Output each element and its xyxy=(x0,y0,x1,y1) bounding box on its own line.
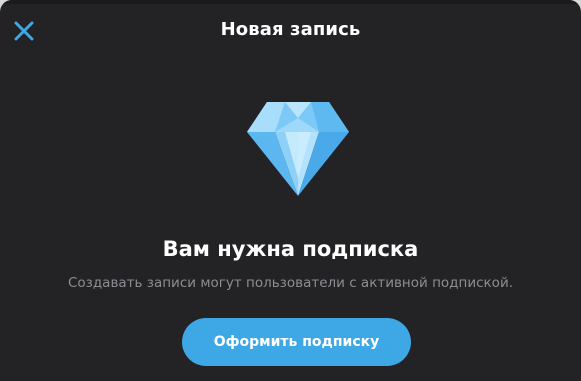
subscribe-button[interactable]: Оформить подписку xyxy=(182,318,411,366)
subscription-required-heading: Вам нужна подписка xyxy=(162,237,419,261)
modal-title: Новая запись xyxy=(220,19,361,40)
diamond-icon xyxy=(247,102,349,196)
subscription-required-description: Создавать записи могут пользователи с ак… xyxy=(67,275,514,291)
new-post-modal: Новая запись Вам нужна подписка Создават… xyxy=(0,0,581,381)
modal-header: Новая запись xyxy=(0,0,581,60)
